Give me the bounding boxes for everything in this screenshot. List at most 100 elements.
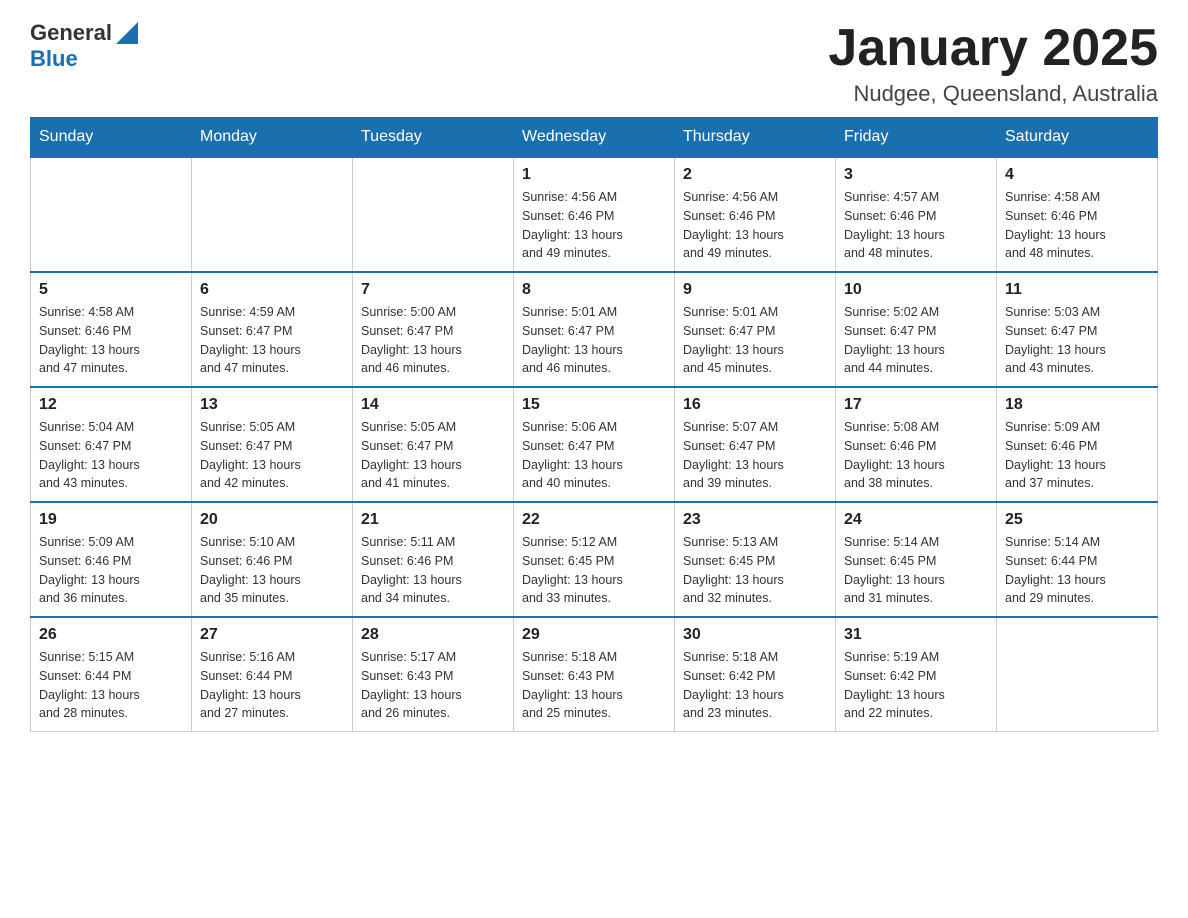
day-number: 6 <box>200 281 344 299</box>
day-info: Sunrise: 4:56 AMSunset: 6:46 PMDaylight:… <box>522 188 666 263</box>
calendar-cell: 24 Sunrise: 5:14 AMSunset: 6:45 PMDayligh… <box>836 502 997 617</box>
day-number: 16 <box>683 396 827 414</box>
day-info: Sunrise: 5:07 AMSunset: 6:47 PMDaylight:… <box>683 418 827 493</box>
calendar-cell: 1 Sunrise: 4:56 AMSunset: 6:46 PMDaylight… <box>514 157 675 272</box>
day-info: Sunrise: 5:09 AMSunset: 6:46 PMDaylight:… <box>1005 418 1149 493</box>
logo-blue-text: Blue <box>30 46 78 71</box>
day-info: Sunrise: 4:58 AMSunset: 6:46 PMDaylight:… <box>39 303 183 378</box>
calendar-cell: 7 Sunrise: 5:00 AMSunset: 6:47 PMDaylight… <box>353 272 514 387</box>
day-info: Sunrise: 5:17 AMSunset: 6:43 PMDaylight:… <box>361 648 505 723</box>
calendar-week-row: 12 Sunrise: 5:04 AMSunset: 6:47 PMDayligh… <box>31 387 1158 502</box>
day-number: 23 <box>683 511 827 529</box>
day-number: 31 <box>844 626 988 644</box>
day-info: Sunrise: 5:06 AMSunset: 6:47 PMDaylight:… <box>522 418 666 493</box>
day-info: Sunrise: 5:05 AMSunset: 6:47 PMDaylight:… <box>361 418 505 493</box>
calendar-cell: 9Sunrise: 5:01 AMSunset: 6:47 PMDaylight… <box>675 272 836 387</box>
calendar-cell: 14 Sunrise: 5:05 AMSunset: 6:47 PMDayligh… <box>353 387 514 502</box>
calendar-header-wednesday: Wednesday <box>514 118 675 158</box>
day-info: Sunrise: 5:05 AMSunset: 6:47 PMDaylight:… <box>200 418 344 493</box>
calendar-cell: 5Sunrise: 4:58 AMSunset: 6:46 PMDaylight… <box>31 272 192 387</box>
day-number: 14 <box>361 396 505 414</box>
calendar-cell: 12 Sunrise: 5:04 AMSunset: 6:47 PMDayligh… <box>31 387 192 502</box>
calendar-cell: 30 Sunrise: 5:18 AMSunset: 6:42 PMDayligh… <box>675 617 836 732</box>
day-info: Sunrise: 5:11 AMSunset: 6:46 PMDaylight:… <box>361 533 505 608</box>
day-info: Sunrise: 5:00 AMSunset: 6:47 PMDaylight:… <box>361 303 505 378</box>
day-info: Sunrise: 5:15 AMSunset: 6:44 PMDaylight:… <box>39 648 183 723</box>
calendar-cell: 8Sunrise: 5:01 AMSunset: 6:47 PMDaylight… <box>514 272 675 387</box>
day-number: 21 <box>361 511 505 529</box>
calendar-cell <box>997 617 1158 732</box>
calendar-cell: 4 Sunrise: 4:58 AMSunset: 6:46 PMDaylight… <box>997 157 1158 272</box>
day-number: 17 <box>844 396 988 414</box>
calendar-cell: 2Sunrise: 4:56 AMSunset: 6:46 PMDaylight… <box>675 157 836 272</box>
calendar-header-saturday: Saturday <box>997 118 1158 158</box>
day-number: 3 <box>844 166 988 184</box>
day-number: 28 <box>361 626 505 644</box>
day-number: 24 <box>844 511 988 529</box>
calendar-cell: 13 Sunrise: 5:05 AMSunset: 6:47 PMDayligh… <box>192 387 353 502</box>
day-number: 30 <box>683 626 827 644</box>
logo: General Blue <box>30 20 138 72</box>
calendar-cell: 17 Sunrise: 5:08 AMSunset: 6:46 PMDayligh… <box>836 387 997 502</box>
calendar-cell <box>31 157 192 272</box>
calendar-header-friday: Friday <box>836 118 997 158</box>
calendar-header-thursday: Thursday <box>675 118 836 158</box>
logo-general-text: General <box>30 20 112 46</box>
day-info: Sunrise: 4:59 AMSunset: 6:47 PMDaylight:… <box>200 303 344 378</box>
calendar-cell: 21 Sunrise: 5:11 AMSunset: 6:46 PMDayligh… <box>353 502 514 617</box>
day-info: Sunrise: 5:16 AMSunset: 6:44 PMDaylight:… <box>200 648 344 723</box>
day-number: 22 <box>522 511 666 529</box>
day-info: Sunrise: 5:02 AMSunset: 6:47 PMDaylight:… <box>844 303 988 378</box>
day-number: 7 <box>361 281 505 299</box>
day-info: Sunrise: 4:56 AMSunset: 6:46 PMDaylight:… <box>683 188 827 263</box>
day-info: Sunrise: 5:18 AMSunset: 6:43 PMDaylight:… <box>522 648 666 723</box>
page-header: General Blue January 2025 Nudgee, Queens… <box>30 20 1158 107</box>
calendar-cell: 3 Sunrise: 4:57 AMSunset: 6:46 PMDaylight… <box>836 157 997 272</box>
day-number: 1 <box>522 166 666 184</box>
day-number: 12 <box>39 396 183 414</box>
day-number: 8 <box>522 281 666 299</box>
calendar-cell: 22 Sunrise: 5:12 AMSunset: 6:45 PMDayligh… <box>514 502 675 617</box>
day-number: 18 <box>1005 396 1149 414</box>
calendar-cell: 23 Sunrise: 5:13 AMSunset: 6:45 PMDayligh… <box>675 502 836 617</box>
calendar-cell: 18 Sunrise: 5:09 AMSunset: 6:46 PMDayligh… <box>997 387 1158 502</box>
day-number: 9 <box>683 281 827 299</box>
calendar-week-row: 19Sunrise: 5:09 AMSunset: 6:46 PMDayligh… <box>31 502 1158 617</box>
calendar-header-sunday: Sunday <box>31 118 192 158</box>
calendar-cell: 26 Sunrise: 5:15 AMSunset: 6:44 PMDayligh… <box>31 617 192 732</box>
calendar-header-monday: Monday <box>192 118 353 158</box>
day-info: Sunrise: 4:57 AMSunset: 6:46 PMDaylight:… <box>844 188 988 263</box>
month-title: January 2025 <box>828 20 1158 77</box>
day-info: Sunrise: 5:14 AMSunset: 6:45 PMDaylight:… <box>844 533 988 608</box>
day-number: 4 <box>1005 166 1149 184</box>
calendar-cell <box>192 157 353 272</box>
day-info: Sunrise: 5:12 AMSunset: 6:45 PMDaylight:… <box>522 533 666 608</box>
calendar-cell: 6 Sunrise: 4:59 AMSunset: 6:47 PMDaylight… <box>192 272 353 387</box>
day-number: 29 <box>522 626 666 644</box>
logo-icon <box>116 22 138 44</box>
day-info: Sunrise: 5:04 AMSunset: 6:47 PMDaylight:… <box>39 418 183 493</box>
day-number: 15 <box>522 396 666 414</box>
day-number: 11 <box>1005 281 1149 299</box>
calendar-header-row: SundayMondayTuesdayWednesdayThursdayFrid… <box>31 118 1158 158</box>
day-number: 10 <box>844 281 988 299</box>
day-number: 25 <box>1005 511 1149 529</box>
day-number: 13 <box>200 396 344 414</box>
calendar-cell: 16 Sunrise: 5:07 AMSunset: 6:47 PMDayligh… <box>675 387 836 502</box>
day-info: Sunrise: 5:08 AMSunset: 6:46 PMDaylight:… <box>844 418 988 493</box>
day-number: 27 <box>200 626 344 644</box>
day-info: Sunrise: 5:14 AMSunset: 6:44 PMDaylight:… <box>1005 533 1149 608</box>
day-number: 26 <box>39 626 183 644</box>
title-section: January 2025 Nudgee, Queensland, Austral… <box>828 20 1158 107</box>
calendar-table: SundayMondayTuesdayWednesdayThursdayFrid… <box>30 117 1158 732</box>
calendar-cell: 25 Sunrise: 5:14 AMSunset: 6:44 PMDayligh… <box>997 502 1158 617</box>
day-info: Sunrise: 5:13 AMSunset: 6:45 PMDaylight:… <box>683 533 827 608</box>
day-info: Sunrise: 5:09 AMSunset: 6:46 PMDaylight:… <box>39 533 183 608</box>
day-info: Sunrise: 5:19 AMSunset: 6:42 PMDaylight:… <box>844 648 988 723</box>
calendar-cell: 10 Sunrise: 5:02 AMSunset: 6:47 PMDayligh… <box>836 272 997 387</box>
day-number: 20 <box>200 511 344 529</box>
calendar-cell: 28 Sunrise: 5:17 AMSunset: 6:43 PMDayligh… <box>353 617 514 732</box>
calendar-cell: 29 Sunrise: 5:18 AMSunset: 6:43 PMDayligh… <box>514 617 675 732</box>
day-info: Sunrise: 5:18 AMSunset: 6:42 PMDaylight:… <box>683 648 827 723</box>
day-info: Sunrise: 4:58 AMSunset: 6:46 PMDaylight:… <box>1005 188 1149 263</box>
